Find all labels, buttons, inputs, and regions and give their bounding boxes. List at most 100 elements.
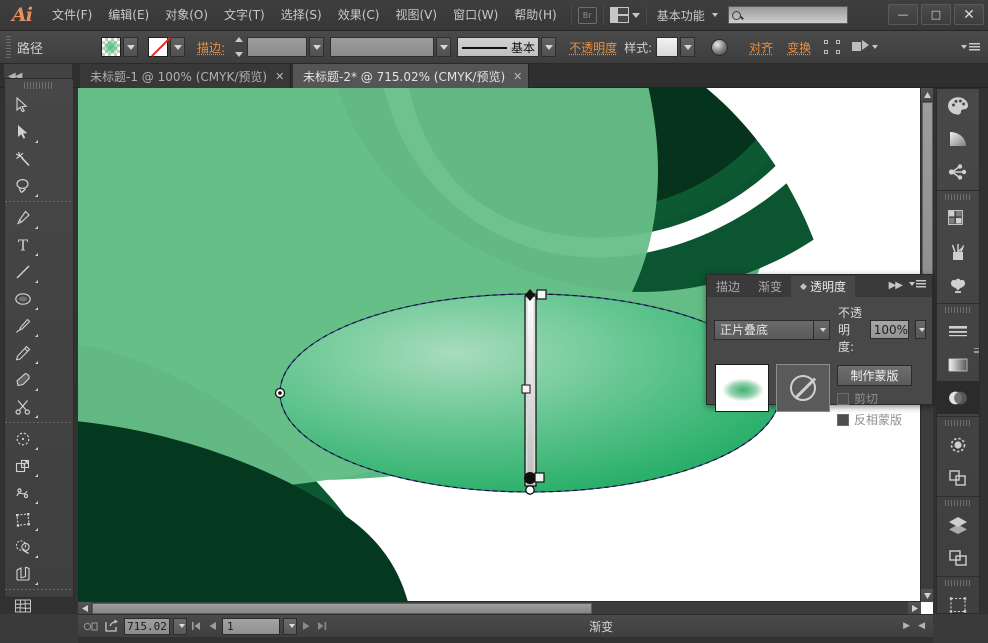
fill-color-control[interactable] [101,37,139,57]
selection-tool[interactable] [5,91,40,118]
swatches-panel-icon[interactable] [937,202,979,235]
menu-effect[interactable]: 效果(C) [330,0,388,31]
document-tab-2-close-icon[interactable]: ✕ [513,70,522,83]
scroll-up-button[interactable] [921,88,933,101]
ellipse-tool[interactable] [5,285,40,312]
transparency-panel-icon[interactable] [937,381,979,414]
kuler-panel-icon[interactable] [937,155,979,188]
scissors-tool[interactable] [5,393,40,420]
control-bar-grip[interactable] [6,36,11,58]
blend-mode-dropdown-icon[interactable] [814,319,830,340]
opacity-label[interactable]: 不透明度 [569,39,617,56]
stroke-weight-stepper[interactable] [235,37,246,57]
menu-file[interactable]: 文件(F) [44,0,100,31]
recolor-artwork-icon[interactable] [711,38,729,56]
tools-panel-grip[interactable] [5,79,73,91]
appearance-panel-icon[interactable] [937,428,979,461]
tab-stroke[interactable]: 描边 [707,276,749,297]
clip-checkbox-row[interactable]: 剪切 [837,390,912,407]
stroke-none-icon[interactable] [148,37,169,57]
workspace-switcher[interactable]: 基本功能 [653,7,718,24]
stroke-weight-dropdown[interactable] [309,37,325,57]
document-tab-2[interactable]: 未标题-2* @ 715.02% (CMYK/预览) ✕ [293,64,530,88]
first-artboard-button[interactable] [190,618,203,635]
symbols-panel-icon[interactable] [937,268,979,301]
mask-thumbnail[interactable] [776,364,830,412]
search-input[interactable] [727,6,848,24]
stroke-label[interactable]: 描边: [197,39,225,56]
horizontal-scrollbar[interactable] [78,601,921,614]
artboards-panel-icon[interactable] [937,541,979,574]
opacity-dropdown-icon[interactable] [915,320,926,339]
blend-mode-select[interactable]: 正片叠底 [714,319,814,340]
color-guide-panel-icon[interactable] [937,122,979,155]
perspective-grid-tool[interactable] [5,560,40,587]
tab-transparency[interactable]: ◆ 透明度 [791,276,855,297]
fill-swatch-icon[interactable] [101,37,122,57]
fill-dropdown-button[interactable] [123,37,139,57]
opacity-input[interactable]: 100% [869,320,909,339]
menu-object[interactable]: 对象(O) [157,0,216,31]
make-mask-button[interactable]: 制作蒙版 [837,365,912,386]
horizontal-scroll-thumb[interactable] [92,603,592,614]
status-expand-icon[interactable]: ▶ [903,621,910,631]
arrange-documents-button[interactable] [609,7,640,23]
invert-mask-checkbox-row[interactable]: 反相蒙版 [837,411,912,428]
menu-type[interactable]: 文字(T) [216,0,273,31]
menu-window[interactable]: 窗口(W) [445,0,506,31]
menu-select[interactable]: 选择(S) [273,0,330,31]
document-tab-1[interactable]: 未标题-1 @ 100% (CMYK/预览) ✕ [80,64,292,88]
graphic-style-swatch[interactable] [656,37,679,57]
zoom-level-input[interactable]: 715.02 [124,617,170,635]
blob-brush-tool[interactable] [5,366,40,393]
scroll-right-button[interactable] [908,602,921,614]
close-button[interactable]: ✕ [954,4,984,25]
invert-mask-checkbox[interactable] [837,413,849,426]
chevron-down-icon[interactable] [872,45,879,49]
pen-tool[interactable] [5,204,40,231]
collapse-to-icons-button[interactable]: ▶▶ [889,280,903,291]
dock-resize-handle[interactable] [973,339,980,361]
clip-checkbox[interactable] [837,392,849,405]
previous-artboard-button[interactable] [206,618,219,635]
layers-panel-icon[interactable] [937,508,979,541]
artboard-number-input[interactable]: 1 [222,617,280,635]
status-collapse-icon[interactable]: ◀ [918,621,925,631]
transparency-panel-menu-button[interactable] [906,280,926,288]
menu-view[interactable]: 视图(V) [387,0,445,31]
type-tool[interactable]: T [5,231,40,258]
scroll-down-button[interactable] [921,589,933,602]
dock-group-grip[interactable] [937,417,979,428]
stroke-color-control[interactable] [148,37,186,57]
maximize-button[interactable]: □ [921,4,951,25]
object-thumbnail[interactable] [715,364,769,412]
dock-group-grip[interactable] [937,304,979,315]
paintbrush-tool[interactable] [5,312,40,339]
scroll-left-button[interactable] [78,602,91,614]
shape-builder-tool[interactable] [5,533,40,560]
isolate-selected-object-icon[interactable] [824,40,841,54]
transform-label[interactable]: 变换 [787,39,811,56]
document-tab-1-close-icon[interactable]: ✕ [275,70,284,83]
align-label[interactable]: 对齐 [749,39,773,56]
graphic-style-dropdown[interactable] [680,37,696,57]
lasso-tool[interactable] [5,172,40,199]
stroke-weight-input[interactable] [247,37,308,57]
minimize-button[interactable]: — [888,4,918,25]
share-on-behance-icon[interactable] [103,618,121,635]
color-panel-icon[interactable] [937,89,979,122]
dock-group-grip[interactable] [937,577,979,588]
stroke-dropdown-button[interactable] [170,37,186,57]
control-panel-menu-button[interactable] [958,42,980,52]
dock-group-grip[interactable] [937,497,979,508]
menu-help[interactable]: 帮助(H) [506,0,564,31]
direct-selection-tool[interactable] [5,118,40,145]
scale-tool[interactable] [5,452,40,479]
pencil-tool[interactable] [5,339,40,366]
select-similar-objects-icon[interactable] [852,40,870,54]
free-transform-tool[interactable] [5,506,40,533]
artboard-number-dropdown[interactable] [283,617,297,635]
brushes-panel-icon[interactable] [937,235,979,268]
graphic-styles-panel-icon[interactable] [937,461,979,494]
menu-edit[interactable]: 编辑(E) [100,0,157,31]
